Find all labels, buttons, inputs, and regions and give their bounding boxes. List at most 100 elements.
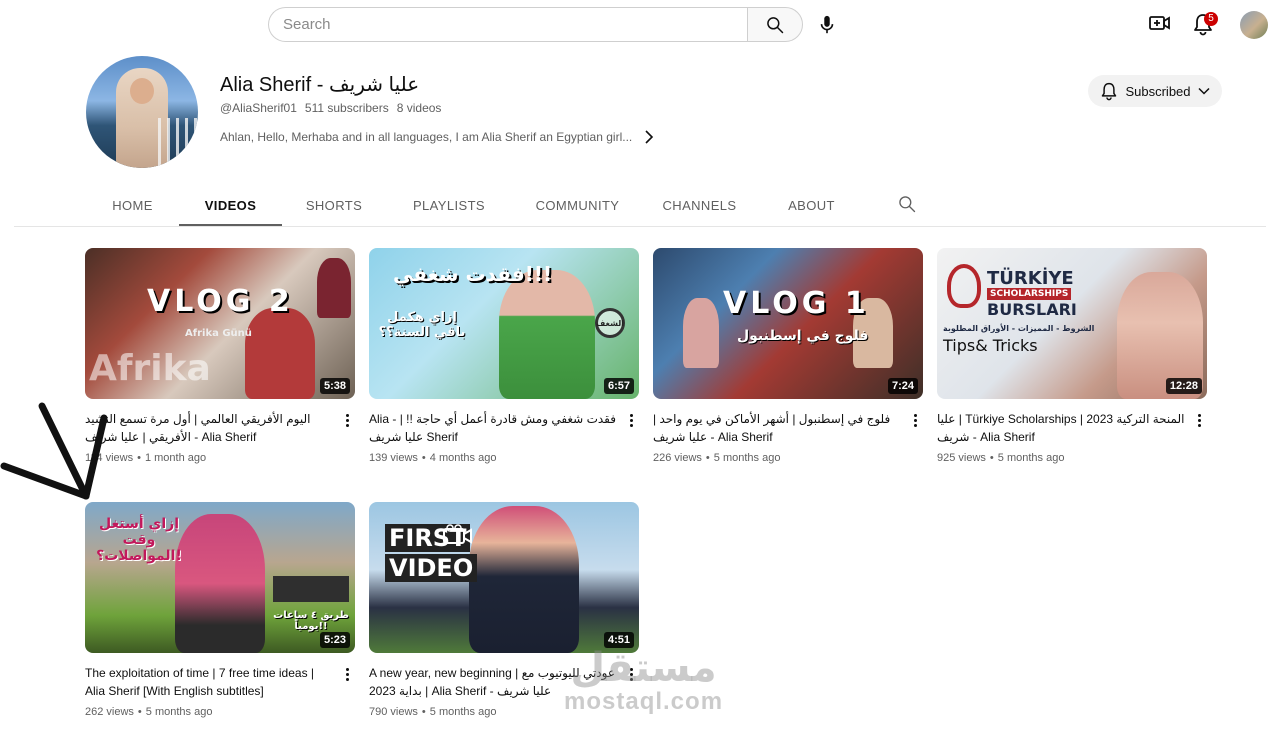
- watermark-latin: mostaql.com: [564, 688, 724, 715]
- search-input[interactable]: Search: [268, 7, 747, 42]
- thumb-caption: إزاي هكمل باقي السنة؟؟: [378, 310, 466, 340]
- view-count: 226 views: [653, 452, 702, 464]
- subscribed-button[interactable]: Subscribed: [1088, 75, 1222, 107]
- tab-shorts[interactable]: SHORTS: [282, 186, 386, 226]
- thumb-person: [469, 506, 579, 653]
- channel-tabs: HOME VIDEOS SHORTS PLAYLISTS COMMUNITY C…: [86, 186, 867, 226]
- annotation-arrow-icon: [0, 402, 108, 500]
- video-thumbnail[interactable]: إزاي أستغل وقت المواصلات؟! طريق ٤ ساعات …: [85, 502, 355, 653]
- avatar-railing: [158, 118, 198, 168]
- channel-meta: @AliaSherif01 511 subscribers 8 videos: [220, 101, 441, 115]
- video-stats: 262 views • 5 months ago: [85, 706, 213, 718]
- video-stats: 226 views • 5 months ago: [653, 452, 781, 464]
- tabs-divider: [14, 226, 1266, 227]
- thumb-word: BURSLARI: [987, 300, 1077, 319]
- thumb-title: TÜRKİYE: [987, 268, 1074, 289]
- upload-age: 5 months ago: [997, 452, 1065, 464]
- tab-channels[interactable]: CHANNELS: [643, 186, 756, 226]
- video-thumbnail[interactable]: FIRST VIDEO 4:51: [369, 502, 639, 653]
- video-duration: 12:28: [1165, 378, 1202, 394]
- thumb-title: VLOG 2: [147, 284, 294, 319]
- tab-videos[interactable]: VIDEOS: [179, 186, 282, 226]
- thumb-person: [499, 270, 595, 399]
- video-stats: 114 views • 1 month ago: [85, 452, 207, 464]
- more-options-button[interactable]: [909, 410, 921, 430]
- channel-search-button[interactable]: [897, 194, 917, 219]
- avatar-face: [130, 78, 154, 104]
- channel-name: Alia Sherif - عليا شريف: [220, 74, 420, 96]
- thumb-subtitle: SCHOLARSHIPS: [987, 288, 1072, 300]
- upload-age: 5 months ago: [429, 706, 497, 718]
- chevron-right-icon: [644, 130, 654, 144]
- more-options-button[interactable]: [341, 410, 353, 430]
- video-thumbnail[interactable]: TÜRKİYE SCHOLARSHIPS BURSLARI الشروط - ا…: [937, 248, 1207, 399]
- video-title[interactable]: عليا | Türkiye Scholarships | المنحة الت…: [937, 410, 1187, 446]
- subscribed-label: Subscribed: [1125, 83, 1191, 99]
- thumb-bench: [273, 576, 349, 602]
- view-count: 262 views: [85, 706, 134, 718]
- video-thumbnail[interactable]: VLOG 1 فلوج في إسطنبول 7:24: [653, 248, 923, 399]
- upload-age: 5 months ago: [713, 452, 781, 464]
- subscriber-count: 511 subscribers: [304, 101, 389, 115]
- video-duration: 6:57: [603, 378, 634, 394]
- video-stats: 139 views • 4 months ago: [369, 452, 497, 464]
- tab-playlists[interactable]: PLAYLISTS: [386, 186, 512, 226]
- video-title[interactable]: Alia - فقدت شغفي ومش قادرة أعمل أي حاجة …: [369, 410, 619, 446]
- upload-age: 1 month ago: [144, 452, 207, 464]
- view-count: 790 views: [369, 706, 418, 718]
- tab-home[interactable]: HOME: [86, 186, 179, 226]
- more-options-button[interactable]: [341, 664, 353, 684]
- view-count: 139 views: [369, 452, 418, 464]
- more-options-button[interactable]: [1193, 410, 1205, 430]
- microphone-icon: [820, 15, 834, 34]
- bell-icon: [1102, 82, 1117, 101]
- view-count: 925 views: [937, 452, 986, 464]
- thumb-title: فقدت شغفي!!!: [393, 262, 553, 286]
- thumb-title: VLOG 1: [723, 286, 870, 321]
- video-card[interactable]: VLOG 1 فلوج في إسطنبول 7:24 فلوج في إسطن…: [653, 248, 923, 464]
- tab-community[interactable]: COMMUNITY: [512, 186, 643, 226]
- video-duration: 7:24: [887, 378, 918, 394]
- upload-age: 4 months ago: [429, 452, 497, 464]
- account-avatar[interactable]: [1240, 11, 1268, 39]
- channel-avatar: [86, 56, 198, 168]
- channel-description-text: Ahlan, Hello, Merhaba and in all languag…: [220, 130, 633, 144]
- channel-description[interactable]: Ahlan, Hello, Merhaba and in all languag…: [220, 130, 654, 144]
- video-duration: 5:23: [319, 632, 350, 648]
- thumb-caption: طريق ٤ ساعات يومياً!!: [273, 610, 349, 632]
- video-title[interactable]: فلوج في إسطنبول | أشهر الأماكن في يوم وا…: [653, 410, 903, 446]
- video-card[interactable]: VLOG 2 Afrika Afrika Günü 5:38 اليوم الأ…: [85, 248, 355, 464]
- video-stats: 925 views • 5 months ago: [937, 452, 1065, 464]
- video-thumbnail[interactable]: VLOG 2 Afrika Afrika Günü 5:38: [85, 248, 355, 399]
- search-placeholder: Search: [283, 16, 331, 33]
- video-title[interactable]: The exploitation of time | 7 free time i…: [85, 664, 335, 700]
- voice-search-button[interactable]: [814, 12, 840, 38]
- video-count: 8 videos: [396, 101, 442, 115]
- watermark: مستقل mostaql.com: [564, 648, 723, 716]
- thumb-person: [683, 298, 719, 368]
- tab-about[interactable]: ABOUT: [756, 186, 867, 226]
- video-thumbnail[interactable]: فقدت شغفي!!! إزاي هكمل باقي السنة؟؟ الشغ…: [369, 248, 639, 399]
- search-icon: [899, 196, 916, 213]
- magnifier-icon: الشغف: [595, 308, 625, 338]
- thumb-word: VIDEO: [385, 554, 478, 582]
- search-icon: [767, 16, 784, 33]
- search-button[interactable]: [747, 7, 803, 42]
- video-card[interactable]: TÜRKİYE SCHOLARSHIPS BURSLARI الشروط - ا…: [937, 248, 1207, 464]
- thumb-caption: فلوج في إسطنبول: [737, 328, 869, 344]
- upload-age: 5 months ago: [145, 706, 213, 718]
- video-title[interactable]: اليوم الأفريقي العالمي | أول مرة تسمع ال…: [85, 410, 335, 446]
- create-button[interactable]: [1148, 13, 1172, 38]
- thumb-tips: Tips& Tricks: [943, 336, 1038, 355]
- thumb-caption: الشروط - المميزات - الأوراق المطلوبة: [943, 324, 1095, 333]
- create-video-icon: [1149, 16, 1170, 30]
- more-options-button[interactable]: [625, 410, 637, 430]
- watermark-arabic: مستقل: [570, 645, 717, 691]
- chevron-down-icon: [1197, 87, 1210, 95]
- video-card[interactable]: فقدت شغفي!!! إزاي هكمل باقي السنة؟؟ الشغ…: [369, 248, 639, 464]
- thumb-word: Afrika: [89, 348, 211, 389]
- video-duration: 5:38: [319, 378, 350, 394]
- video-card[interactable]: إزاي أستغل وقت المواصلات؟! طريق ٤ ساعات …: [85, 502, 355, 718]
- search-bar: Search: [268, 7, 803, 42]
- scholarship-logo: [947, 264, 981, 308]
